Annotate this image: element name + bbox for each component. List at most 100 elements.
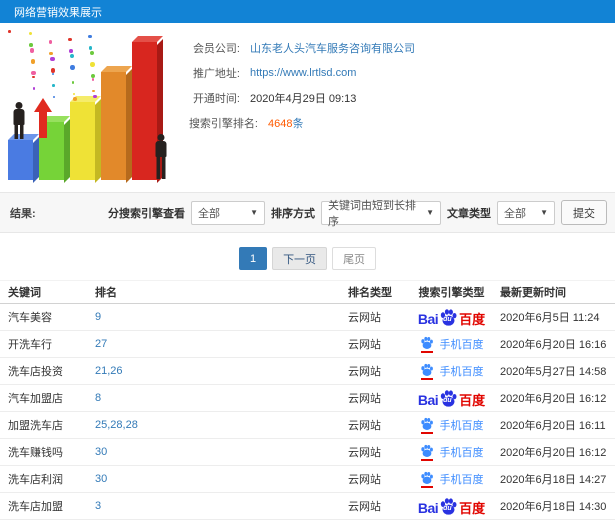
engine-filter-select[interactable]: 全部 ▼ xyxy=(191,200,265,225)
chart-bar xyxy=(101,66,132,183)
baidu-mobile-label: 手机百度 xyxy=(439,366,484,378)
baidu-du-text: du xyxy=(443,505,452,512)
keyword-cell: 洗车店投资 xyxy=(8,366,63,378)
rank-type-cell: 云网站 xyxy=(348,447,381,459)
update-time-cell: 2020年6月20日 16:16 xyxy=(500,339,607,351)
engine-cell: 手机百度 xyxy=(403,363,500,380)
rank-link[interactable]: 9 xyxy=(95,311,348,323)
bar-chart-graphic xyxy=(8,30,173,183)
chevron-down-icon: ▼ xyxy=(426,208,434,217)
next-page-button[interactable]: 下一页 xyxy=(272,247,328,270)
open-time-row: 开通时间: 2020年4月29日 09:13 xyxy=(178,85,615,110)
baidu-cn-text: 百度 xyxy=(459,312,486,327)
rank-link[interactable]: 25,28,28 xyxy=(95,419,348,431)
engine-rank-label: 搜索引擎排名: xyxy=(188,117,258,130)
confetti-dot xyxy=(48,40,53,44)
rank-count: 4648 xyxy=(268,117,293,130)
rank-type-cell: 云网站 xyxy=(348,366,381,378)
baidu-paw-icon: du xyxy=(439,497,458,516)
confetti-dot xyxy=(91,78,95,81)
update-time-cell: 2020年6月20日 16:12 xyxy=(500,447,607,459)
baidu-mobile-underline xyxy=(420,377,433,380)
sort-select[interactable]: 关键词由短到长排序 ▼ xyxy=(321,200,441,228)
rank-link[interactable]: 30 xyxy=(95,446,348,458)
baidu-mobile-logo: 手机百度 xyxy=(420,417,484,434)
confetti-dot xyxy=(29,48,35,53)
confetti-dot xyxy=(32,75,35,79)
baidu-cn-text: 百度 xyxy=(459,501,486,516)
confetti-dot xyxy=(8,30,11,33)
baidu-mobile-label: 手机百度 xyxy=(439,447,484,459)
filter-bar: 结果: 分搜索引擎查看 全部 ▼ 排序方式 关键词由短到长排序 ▼ 文章类型 全… xyxy=(0,192,615,233)
table-row: 汽车加盟店 8 云网站 Bai du 百度 2020年6月20日 16:12 xyxy=(0,385,615,412)
confetti-dot xyxy=(32,87,36,90)
rank-unit: 条 xyxy=(292,117,304,130)
rank-link[interactable]: 27 xyxy=(95,338,348,350)
baidu-mobile-label: 手机百度 xyxy=(439,420,484,432)
baidu-paw-icon: du xyxy=(439,389,458,408)
confetti-dot xyxy=(88,46,93,50)
results-table: 关键词 排名 排名类型 搜索引擎类型 最新更新时间 汽车美容 9 云网站 Bai… xyxy=(0,280,615,520)
col-time-header: 最新更新时间 xyxy=(500,287,566,299)
open-time-label: 开通时间: xyxy=(192,92,240,105)
up-arrow-icon xyxy=(34,98,52,138)
update-time-cell: 2020年6月20日 16:11 xyxy=(500,420,606,432)
baidu-mobile-underline xyxy=(420,485,433,488)
promo-url-link[interactable]: https://www.lrtlsd.com xyxy=(250,67,356,79)
col-keyword-header: 关键词 xyxy=(8,287,41,299)
rank-type-cell: 云网站 xyxy=(348,393,381,405)
baidu-bai-text: Bai xyxy=(417,500,439,516)
page-1-button[interactable]: 1 xyxy=(238,247,268,270)
table-body: 汽车美容 9 云网站 Bai du 百度 2020年6月5日 11:24 开洗车… xyxy=(0,304,615,520)
engine-rank-value: 4648条 xyxy=(268,115,303,131)
confetti-dot xyxy=(51,72,55,76)
member-company-label: 会员公司: xyxy=(192,42,240,55)
confetti-dot xyxy=(31,70,36,76)
article-type-value: 全部 xyxy=(504,207,526,220)
confetti-dot xyxy=(69,49,73,53)
open-time-value: 2020年4月29日 09:13 xyxy=(250,92,357,105)
baidu-pc-logo: Bai du 百度 xyxy=(418,497,485,515)
member-company-link[interactable]: 山东老人头汽车服务咨询有限公司 xyxy=(250,40,415,56)
article-type-select[interactable]: 全部 ▼ xyxy=(497,200,555,225)
confetti-dot xyxy=(52,95,56,99)
engine-filter-label: 分搜索引擎查看 xyxy=(108,207,185,220)
rank-type-cell: 云网站 xyxy=(348,312,381,324)
update-time-cell: 2020年6月18日 14:30 xyxy=(500,501,607,513)
baidu-mobile-underline xyxy=(420,431,433,434)
businessman-figure xyxy=(12,102,26,140)
baidu-mobile-paw-icon xyxy=(420,471,435,488)
table-row: 洗车店利润 30 云网站 手机百度 2020年6月18日 14:27 xyxy=(0,466,615,493)
rank-link[interactable]: 21,26 xyxy=(95,365,348,377)
submit-button[interactable]: 提交 xyxy=(561,200,607,225)
confetti-dot xyxy=(73,97,77,101)
keyword-cell: 洗车赚钱吗 xyxy=(8,447,63,459)
confetti-dot xyxy=(50,68,56,73)
last-page-button[interactable]: 尾页 xyxy=(332,247,377,270)
result-label: 结果: xyxy=(10,207,36,220)
rank-type-cell: 云网站 xyxy=(348,474,381,486)
baidu-pc-logo: Bai du 百度 xyxy=(418,308,485,326)
chevron-down-icon: ▼ xyxy=(250,208,258,217)
rank-link[interactable]: 3 xyxy=(95,500,348,512)
promo-url-row: 推广地址: https://www.lrtlsd.com xyxy=(178,60,615,85)
baidu-mobile-paw-icon xyxy=(420,417,435,434)
rank-link[interactable]: 30 xyxy=(95,473,348,485)
engine-rank-row: 搜索引擎排名: 4648条 xyxy=(178,110,615,135)
keyword-cell: 汽车美容 xyxy=(8,312,52,324)
engine-cell: Bai du 百度 xyxy=(403,389,500,407)
baidu-mobile-logo: 手机百度 xyxy=(420,336,484,353)
baidu-mobile-paw-icon xyxy=(420,444,435,461)
confetti-dot xyxy=(93,94,97,99)
baidu-mobile-label: 手机百度 xyxy=(439,474,484,486)
sort-label: 排序方式 xyxy=(271,207,315,220)
growth-chart-illustration xyxy=(0,28,178,188)
table-header-row: 关键词 排名 排名类型 搜索引擎类型 最新更新时间 xyxy=(0,280,615,304)
baidu-mobile-logo: 手机百度 xyxy=(420,363,484,380)
confetti-dot xyxy=(89,50,94,56)
rank-link[interactable]: 8 xyxy=(95,392,348,404)
baidu-cn-text: 百度 xyxy=(459,393,486,408)
keyword-cell: 洗车店加盟 xyxy=(8,501,63,513)
confetti-dot xyxy=(49,51,53,56)
update-time-cell: 2020年5月27日 14:58 xyxy=(500,366,607,378)
